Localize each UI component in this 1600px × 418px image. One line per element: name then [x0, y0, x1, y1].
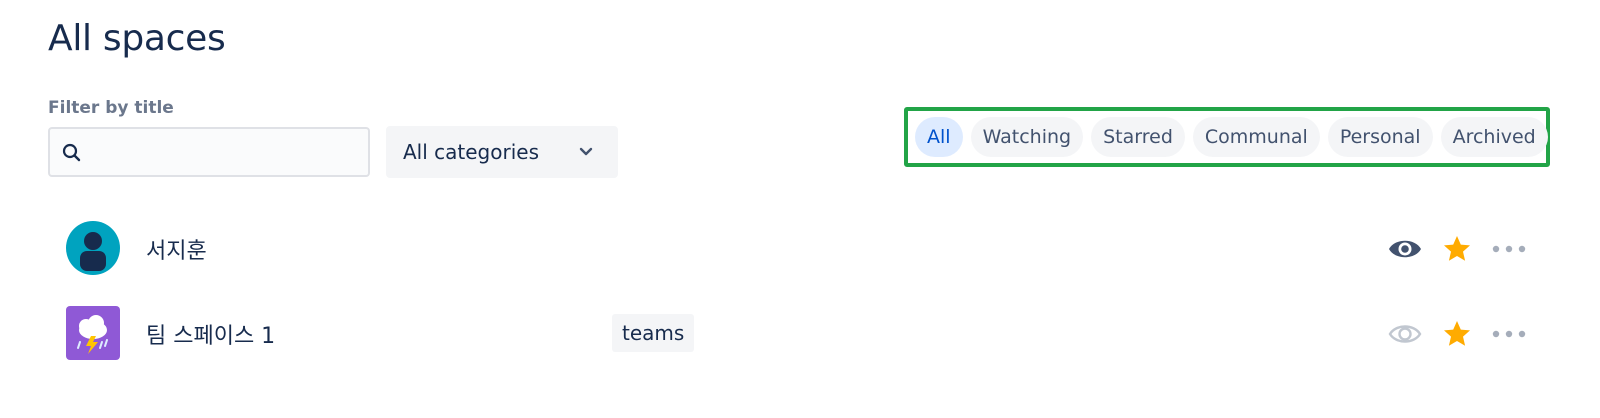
filter-by-title-label: Filter by title [48, 98, 174, 118]
tab-all[interactable]: All [915, 117, 963, 157]
search-input[interactable] [94, 129, 366, 177]
chevron-down-icon [578, 144, 594, 160]
watch-eye-outline-icon[interactable] [1388, 317, 1422, 351]
space-row[interactable]: 팀 스페이스 1 teams [66, 306, 1526, 362]
space-row[interactable]: 서지훈 [66, 221, 1526, 277]
tab-starred[interactable]: Starred [1091, 117, 1185, 157]
person-avatar-icon[interactable] [66, 221, 120, 275]
category-tag[interactable]: teams [612, 314, 695, 352]
space-name[interactable]: 서지훈 [146, 233, 207, 265]
tab-watching[interactable]: Watching [970, 117, 1084, 157]
tab-communal[interactable]: Communal [1192, 117, 1320, 157]
watch-eye-icon[interactable] [1388, 232, 1422, 266]
space-actions [1388, 229, 1526, 269]
tab-personal[interactable]: Personal [1327, 117, 1433, 157]
tab-archived[interactable]: Archived [1440, 117, 1548, 157]
space-type-tabs: All Watching Starred Communal Personal A… [904, 107, 1550, 167]
category-dropdown-value: All categories [403, 140, 539, 164]
space-actions [1388, 314, 1526, 354]
star-icon[interactable] [1440, 232, 1474, 266]
space-name[interactable]: 팀 스페이스 1 [146, 318, 275, 350]
category-dropdown[interactable]: All categories [386, 126, 618, 178]
page-title: All spaces [48, 18, 226, 59]
more-options-icon[interactable] [1492, 232, 1526, 266]
more-options-icon[interactable] [1492, 317, 1526, 351]
storm-cloud-avatar-icon[interactable] [66, 306, 120, 360]
search-box[interactable] [48, 127, 370, 177]
search-icon [62, 143, 82, 163]
star-icon[interactable] [1440, 317, 1474, 351]
